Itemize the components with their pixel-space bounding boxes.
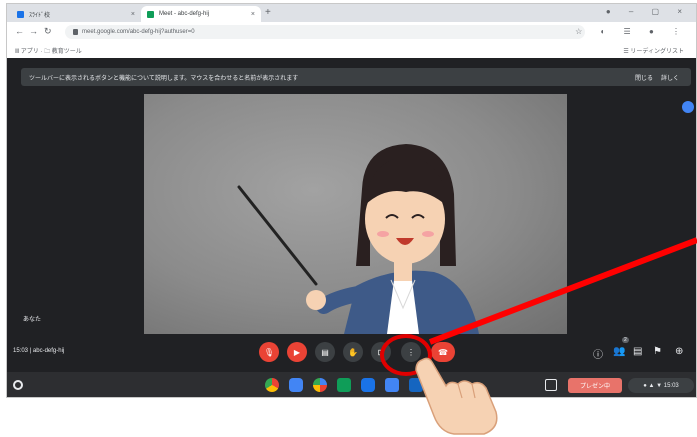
pointing-hand-icon: [415, 357, 498, 435]
annotation-arrow: [428, 237, 697, 345]
